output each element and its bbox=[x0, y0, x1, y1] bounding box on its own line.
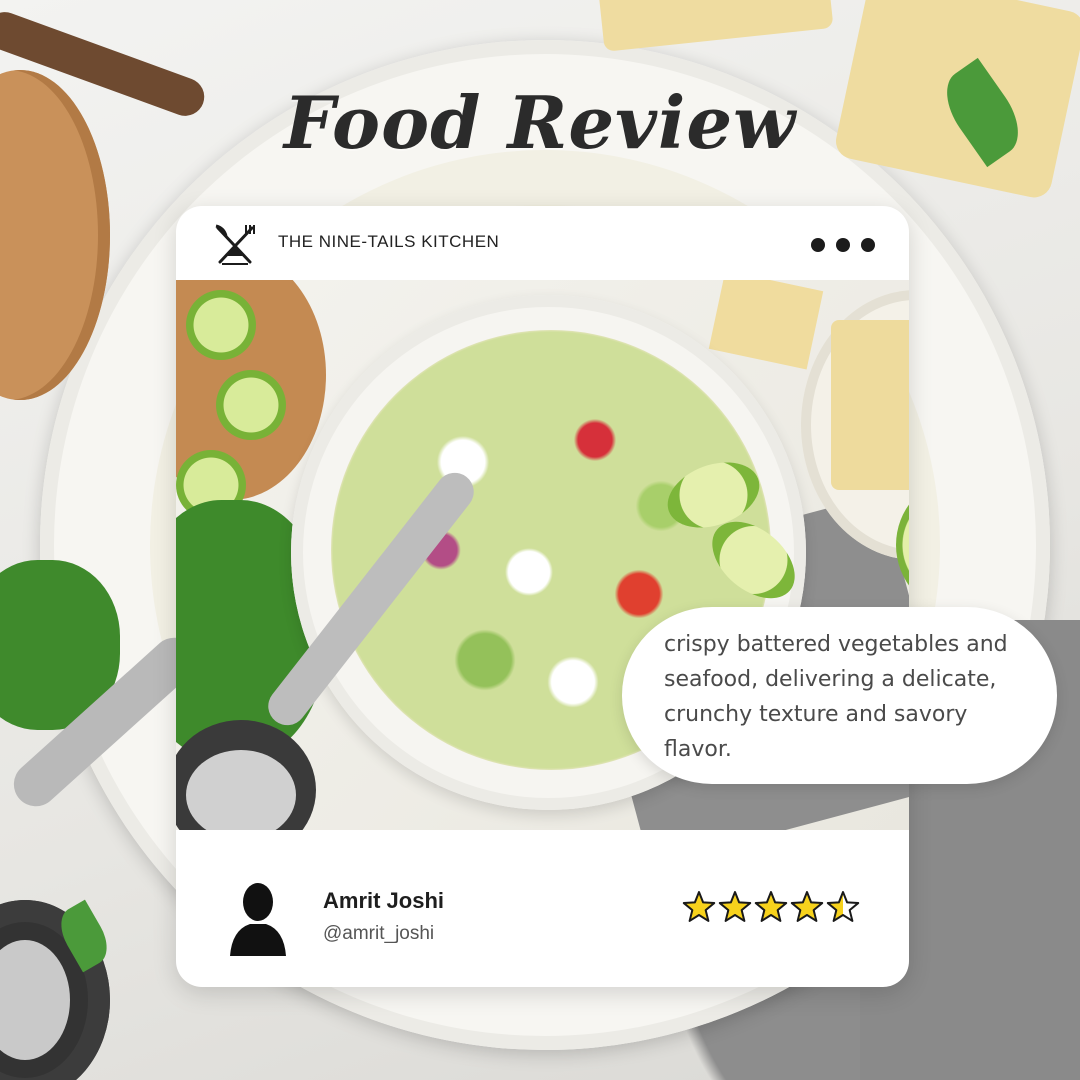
more-options-button[interactable] bbox=[811, 236, 875, 254]
lime-slice bbox=[186, 290, 256, 360]
more-dots-icon bbox=[836, 238, 850, 252]
star-icon bbox=[718, 891, 752, 922]
more-dots-icon bbox=[861, 238, 875, 252]
reviewer-handle[interactable]: @amrit_joshi bbox=[323, 923, 434, 945]
crossed-fork-knife-icon bbox=[215, 224, 255, 265]
review-card: THE NINE-TAILS KITCHEN Amrit Joshi @amri… bbox=[176, 206, 909, 987]
lime-slice bbox=[216, 370, 286, 440]
brand-name: THE NINE-TAILS KITCHEN bbox=[278, 232, 500, 251]
review-bubble: crispy battered vegetables and seafood, … bbox=[622, 607, 1057, 784]
tortilla-chips-top bbox=[596, 0, 834, 52]
star-icon bbox=[754, 891, 788, 922]
page-title: Food Review bbox=[283, 80, 797, 165]
star-icon bbox=[826, 891, 860, 922]
more-dots-icon bbox=[811, 238, 825, 252]
tortilla-chip bbox=[708, 280, 824, 370]
star-icon bbox=[790, 891, 824, 922]
review-text: crispy battered vegetables and seafood, … bbox=[664, 632, 1008, 762]
star-rating bbox=[682, 891, 860, 922]
salt-bowl bbox=[176, 720, 316, 830]
card-header: THE NINE-TAILS KITCHEN bbox=[176, 206, 909, 280]
user-silhouette-icon bbox=[230, 883, 286, 956]
star-icon bbox=[682, 891, 716, 922]
reviewer-name: Amrit Joshi bbox=[323, 888, 445, 913]
